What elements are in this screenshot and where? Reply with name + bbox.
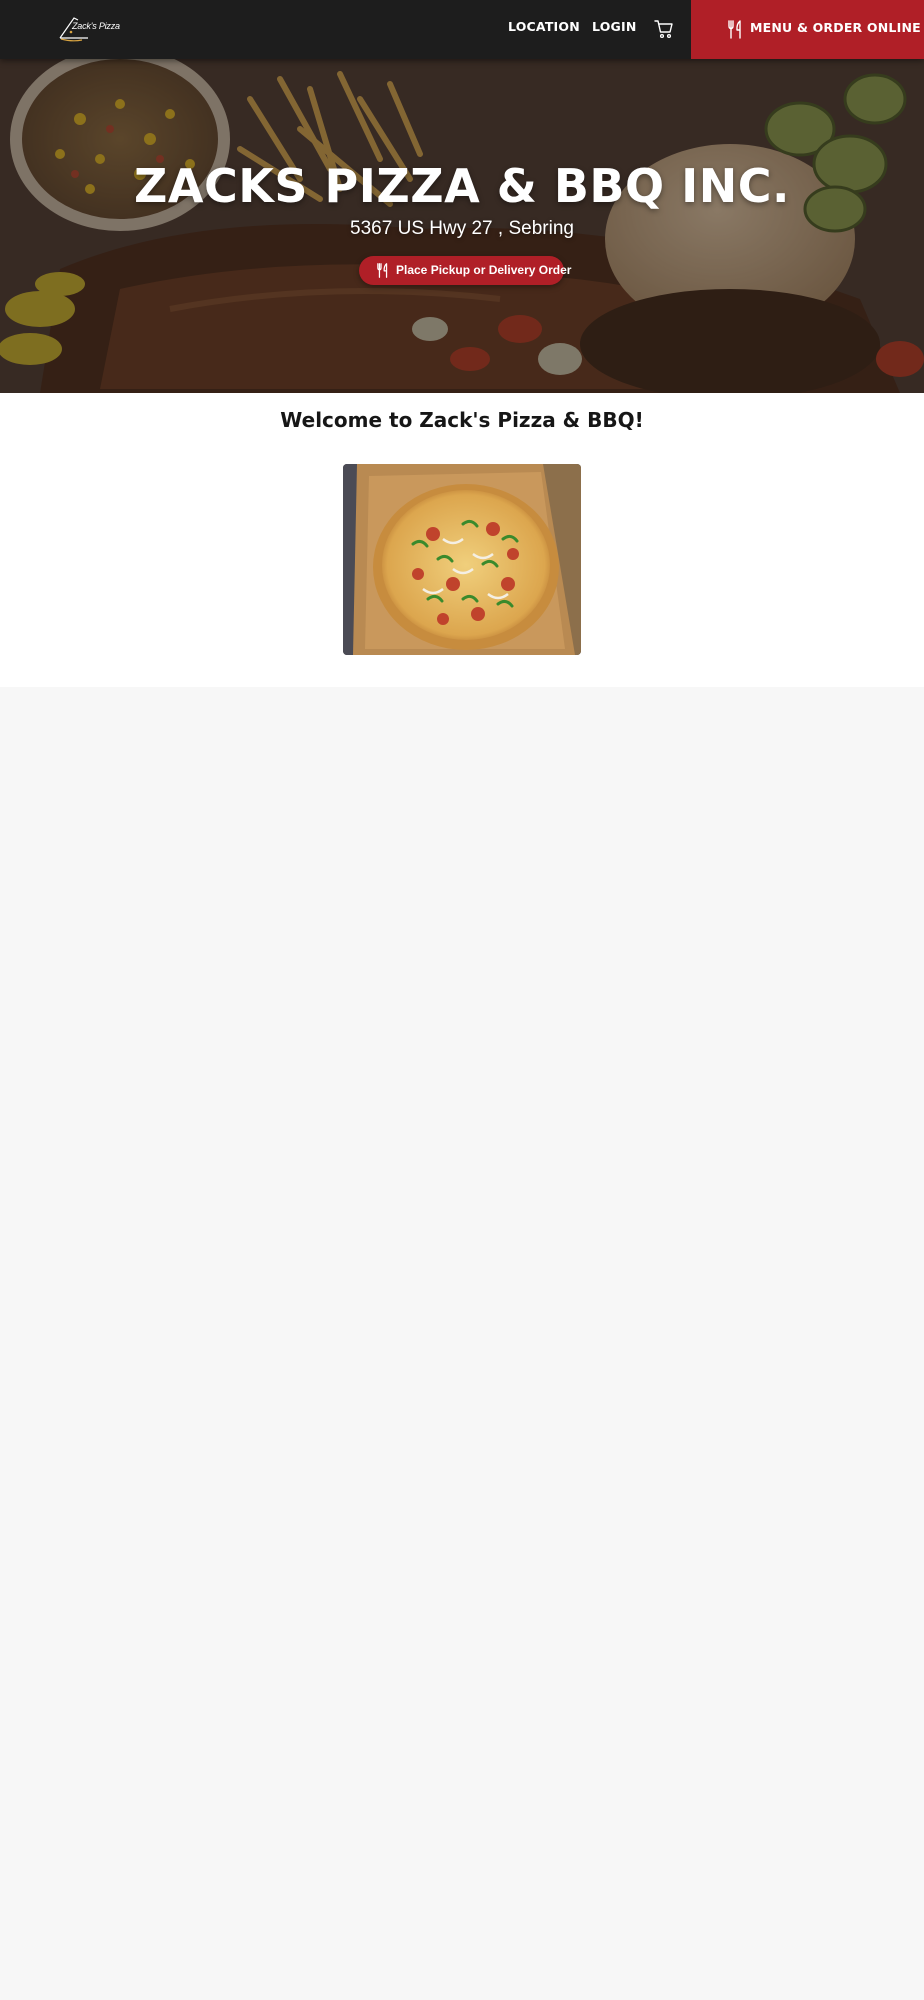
restaurant-name-heading: ZACKS PIZZA & BBQ INC. [134,159,790,213]
welcome-heading: Welcome to Zack's Pizza & BBQ! [280,408,644,432]
site-logo[interactable]: Zack's Pizza [58,14,120,42]
hero-banner: ZACKS PIZZA & BBQ INC. 5367 US Hwy 27 , … [0,59,924,393]
menu-order-online-label: MENU & ORDER ONLINE [750,20,921,35]
menu-order-online-button[interactable]: MENU & ORDER ONLINE [691,0,924,59]
pizza-photo [343,464,581,655]
pizza-in-box-image [343,464,581,655]
restaurant-address: 5367 US Hwy 27 , Sebring [350,218,574,239]
nav-login-link[interactable]: LOGIN [592,19,637,34]
nav-location-link[interactable]: LOCATION [508,19,580,34]
place-order-button[interactable]: Place Pickup or Delivery Order [359,256,571,285]
utensils-icon [377,263,388,278]
cart-icon [654,20,673,39]
cart-button[interactable] [654,19,674,39]
utensils-icon [728,20,741,39]
logo-text: Zack's Pizza [72,21,120,31]
welcome-section: Welcome to Zack's Pizza & BBQ! [0,393,924,687]
top-navbar: Zack's Pizza LOCATION LOGIN MENU & ORDER… [0,0,924,59]
place-order-label: Place Pickup or Delivery Order [396,263,572,277]
